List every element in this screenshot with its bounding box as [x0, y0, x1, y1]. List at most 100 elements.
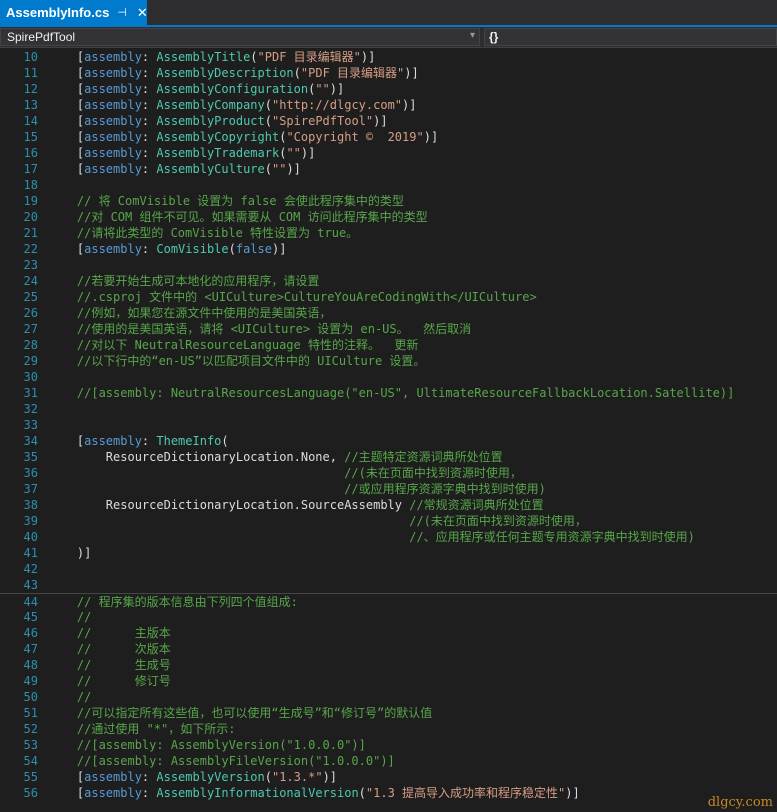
- line-number: 56: [23, 786, 38, 800]
- code-line[interactable]: 36 //(未在页面中找到资源时使用，: [0, 465, 777, 481]
- code-line[interactable]: 34 [assembly: ThemeInfo(: [0, 433, 777, 449]
- code-token: (: [264, 114, 272, 128]
- project-dropdown[interactable]: SpirePdfTool ▾: [0, 28, 480, 46]
- code-text: [assembly: AssemblyConfiguration("")]: [48, 81, 344, 97]
- code-line[interactable]: 51 //可以指定所有这些值，也可以使用“生成号”和“修订号”的默认值: [0, 705, 777, 721]
- code-token: assembly: [84, 146, 142, 160]
- code-line[interactable]: 52 //通过使用 "*"，如下所示:: [0, 721, 777, 737]
- code-token: AssemblyTitle: [156, 50, 251, 64]
- code-line[interactable]: 30: [0, 369, 777, 385]
- code-line[interactable]: 22 [assembly: ComVisible(false)]: [0, 241, 777, 257]
- close-icon[interactable]: ✕: [137, 5, 148, 21]
- line-number: 45: [23, 610, 38, 624]
- code-text: //: [48, 609, 91, 625]
- code-token: )]: [360, 50, 376, 64]
- code-text: //对以下 NeutralResourceLanguage 特性的注释。 更新: [48, 337, 419, 353]
- code-token: )]: [423, 130, 439, 144]
- pin-icon[interactable]: ⊣: [117, 6, 127, 19]
- code-text: // 程序集的版本信息由下列四个值组成:: [48, 594, 298, 610]
- code-line[interactable]: 26 //例如，如果您在源文件中使用的是美国英语，: [0, 305, 777, 321]
- code-line[interactable]: 49 // 修订号: [0, 673, 777, 689]
- code-line[interactable]: 18: [0, 177, 777, 193]
- code-text: //(未在页面中找到资源时使用，: [48, 465, 522, 481]
- code-line[interactable]: 39 //(未在页面中找到资源时使用，: [0, 513, 777, 529]
- code-text: [assembly: AssemblyCompany("http://dlgcy…: [48, 97, 417, 113]
- code-line[interactable]: 24 //若要开始生成可本地化的应用程序，请设置: [0, 273, 777, 289]
- code-line[interactable]: 47 // 次版本: [0, 641, 777, 657]
- code-token: //: [48, 610, 92, 624]
- code-line[interactable]: 48 // 生成号: [0, 657, 777, 673]
- code-token: "SpirePdfTool": [271, 114, 374, 128]
- code-line[interactable]: 53 //[assembly: AssemblyVersion("1.0.0.0…: [0, 737, 777, 753]
- code-line[interactable]: 41 )]: [0, 545, 777, 561]
- line-number: 51: [23, 706, 38, 720]
- code-line[interactable]: 16 [assembly: AssemblyTrademark("")]: [0, 145, 777, 161]
- code-token: assembly: [84, 82, 142, 96]
- code-token: AssemblyCopyright: [156, 130, 280, 144]
- code-line[interactable]: 29 //以下行中的“en-US”以匹配项目文件中的 UICulture 设置。: [0, 353, 777, 369]
- line-number: 39: [23, 514, 38, 528]
- tab-assemblyinfo[interactable]: AssemblyInfo.cs ⊣ ✕: [0, 0, 148, 25]
- code-line[interactable]: 38 ResourceDictionaryLocation.SourceAsse…: [0, 497, 777, 513]
- code-line[interactable]: 11 [assembly: AssemblyDescription("PDF 目…: [0, 65, 777, 81]
- code-line[interactable]: 17 [assembly: AssemblyCulture("")]: [0, 161, 777, 177]
- code-token: )]: [402, 98, 417, 112]
- code-line[interactable]: 28 //对以下 NeutralResourceLanguage 特性的注释。 …: [0, 337, 777, 353]
- code-token: )]: [286, 162, 301, 176]
- code-line[interactable]: 44 // 程序集的版本信息由下列四个值组成:: [0, 593, 777, 610]
- code-line[interactable]: 32: [0, 401, 777, 417]
- code-line[interactable]: 56 [assembly: AssemblyInformationalVersi…: [0, 785, 777, 801]
- code-editor[interactable]: 10 [assembly: AssemblyTitle("PDF 目录编辑器")…: [0, 48, 777, 812]
- code-token: :: [141, 98, 157, 112]
- code-text: ResourceDictionaryLocation.None, //主题特定资…: [48, 449, 503, 465]
- code-line[interactable]: 14 [assembly: AssemblyProduct("SpirePdfT…: [0, 113, 777, 129]
- code-line[interactable]: 13 [assembly: AssemblyCompany("http://dl…: [0, 97, 777, 113]
- member-dropdown[interactable]: {}: [484, 28, 777, 46]
- line-number: 42: [23, 562, 38, 576]
- code-line[interactable]: 33: [0, 417, 777, 433]
- line-number: 25: [23, 290, 38, 304]
- code-token: //[assembly: AssemblyVersion("1.0.0.0")]: [48, 738, 366, 752]
- code-line[interactable]: 21 //请将此类型的 ComVisible 特性设置为 true。: [0, 225, 777, 241]
- code-token: (: [228, 242, 236, 256]
- code-token: )]: [322, 770, 338, 784]
- code-line[interactable]: 31 //[assembly: NeutralResourcesLanguage…: [0, 385, 777, 401]
- line-number: 41: [23, 546, 38, 560]
- code-token: "1.3 提高导入成功率和程序稳定性": [365, 786, 566, 800]
- code-token: assembly: [84, 50, 142, 64]
- code-text: //[assembly: AssemblyVersion("1.0.0.0")]: [48, 737, 366, 753]
- code-line[interactable]: 55 [assembly: AssemblyVersion("1.3.*")]: [0, 769, 777, 785]
- code-token: ResourceDictionaryLocation.SourceAssembl…: [48, 498, 410, 512]
- code-line[interactable]: 35 ResourceDictionaryLocation.None, //主题…: [0, 449, 777, 465]
- code-token: // 程序集的版本信息由下列四个值组成:: [48, 595, 298, 609]
- code-text: // 生成号: [48, 657, 171, 673]
- code-line[interactable]: 27 //使用的是美国英语，请将 <UICulture> 设置为 en-US。 …: [0, 321, 777, 337]
- line-number: 43: [23, 578, 38, 592]
- chevron-down-icon[interactable]: ▾: [470, 30, 475, 41]
- code-token: )]: [565, 786, 580, 800]
- code-line[interactable]: 37 //或应用程序资源字典中找到时使用): [0, 481, 777, 497]
- code-token: //、应用程序或任何主题专用资源字典中找到时使用): [48, 530, 695, 544]
- code-token: // 将 ComVisible 设置为 false 会使此程序集中的类型: [48, 194, 404, 208]
- code-line[interactable]: 42: [0, 561, 777, 577]
- code-line[interactable]: 50 //: [0, 689, 777, 705]
- code-line[interactable]: 25 //.csproj 文件中的 <UICulture>CultureYouA…: [0, 289, 777, 305]
- code-line[interactable]: 20 //对 COM 组件不可见。如果需要从 COM 访问此程序集中的类型: [0, 209, 777, 225]
- code-token: (: [293, 66, 301, 80]
- code-line[interactable]: 43: [0, 577, 777, 593]
- code-text: [assembly: AssemblyCulture("")]: [48, 161, 301, 177]
- code-line[interactable]: 12 [assembly: AssemblyConfiguration("")]: [0, 81, 777, 97]
- code-line[interactable]: 10 [assembly: AssemblyTitle("PDF 目录编辑器")…: [0, 49, 777, 65]
- code-text: //: [48, 689, 91, 705]
- code-line[interactable]: 40 //、应用程序或任何主题专用资源字典中找到时使用): [0, 529, 777, 545]
- code-token: [: [48, 162, 85, 176]
- code-text: [assembly: ThemeInfo(: [48, 433, 229, 449]
- code-line[interactable]: 23: [0, 257, 777, 273]
- code-token: ResourceDictionaryLocation.None,: [48, 450, 345, 464]
- code-line[interactable]: 15 [assembly: AssemblyCopyright("Copyrig…: [0, 129, 777, 145]
- code-line[interactable]: 19 // 将 ComVisible 设置为 false 会使此程序集中的类型: [0, 193, 777, 209]
- code-line[interactable]: 54 //[assembly: AssemblyFileVersion("1.0…: [0, 753, 777, 769]
- code-token: //: [48, 690, 92, 704]
- code-line[interactable]: 45 //: [0, 609, 777, 625]
- code-line[interactable]: 46 // 主版本: [0, 625, 777, 641]
